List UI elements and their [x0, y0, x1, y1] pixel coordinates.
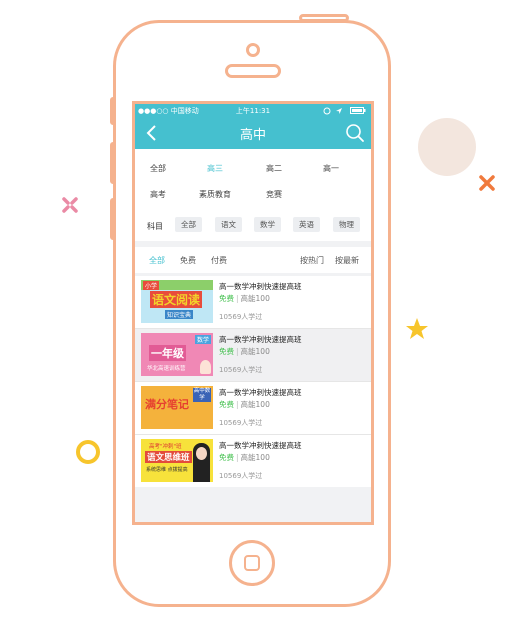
thumb-tag: 高中数学: [193, 388, 211, 402]
course-learners: 10569人学过: [219, 419, 263, 427]
thumb-subtitle: 华北高速训练营: [147, 366, 186, 372]
subject-chip-math[interactable]: 数学: [254, 217, 281, 232]
thumb-title: 一年级: [149, 345, 186, 361]
thumb-subtitle: 知识宝典: [165, 310, 194, 319]
phone-speaker: [225, 64, 281, 78]
thumb-subtitle: 系统思维 点拨提高: [146, 467, 188, 473]
course-teacher: 高能100: [240, 453, 270, 462]
sort-by-hot[interactable]: 按热门: [300, 255, 324, 266]
course-learners: 10569人学过: [219, 472, 263, 480]
sort-by-newest[interactable]: 按最新: [335, 255, 359, 266]
course-title: 高一数学冲刺快速提高班: [219, 282, 302, 291]
course-meta: 免费 | 高能100: [219, 400, 270, 409]
course-card[interactable]: 数学 一年级 华北高速训练营 高一数学冲刺快速提高班 免费 | 高能100 1056…: [135, 329, 371, 381]
course-learners: 10569人学过: [219, 313, 263, 321]
grade-gaokao[interactable]: 高考: [150, 189, 166, 200]
course-teacher: 高能100: [240, 347, 270, 356]
course-meta: 免费 | 高能100: [219, 294, 270, 303]
phone-camera: [246, 43, 260, 57]
page-title: 高中: [239, 128, 266, 143]
course-thumbnail: 高考"冲刺"班 语文思维班 系统思维 点拨提高: [141, 439, 213, 482]
grade-competition[interactable]: 竞赛: [266, 189, 282, 200]
battery-icon: [350, 107, 366, 114]
thumb-title: 满分笔记: [145, 398, 189, 411]
alarm-icon: [323, 107, 331, 115]
grade-all[interactable]: 全部: [150, 163, 166, 174]
course-teacher: 高能100: [240, 400, 270, 409]
course-thumbnail: 数学 一年级 华北高速训练营: [141, 333, 213, 376]
grade-quality-education[interactable]: 素质教育: [199, 189, 231, 200]
course-thumbnail: 小学 语文阅读 知识宝典: [141, 280, 213, 323]
phone-mute-switch: [110, 97, 116, 125]
course-title: 高一数学冲刺快速提高班: [219, 441, 302, 450]
teacher-face: [196, 447, 207, 460]
thumb-title: 语文阅读: [150, 291, 203, 308]
course-card[interactable]: 高考"冲刺"班 语文思维班 系统思维 点拨提高 高一数学冲刺快速提高班 免费 | 高…: [135, 435, 371, 487]
nav-bar: 高中: [135, 117, 371, 149]
search-icon[interactable]: [345, 123, 365, 143]
home-square-icon: [244, 555, 260, 571]
course-meta: 免费 | 高能100: [219, 347, 270, 356]
course-meta: 免费 | 高能100: [219, 453, 270, 462]
course-price: 免费: [219, 400, 234, 409]
course-card[interactable]: 小学 语文阅读 知识宝典 高一数学冲刺快速提高班 免费 | 高能100 10569人…: [135, 276, 371, 328]
course-learners: 10569人学过: [219, 366, 263, 374]
filter-panel: 全部 高三 高二 高一 高考 素质教育 竞赛 科目 全部 语文 数学 英语 物理: [135, 149, 371, 241]
grade-senior-1[interactable]: 高一: [323, 163, 339, 174]
subject-chip-chinese[interactable]: 语文: [215, 217, 242, 232]
course-teacher: 高能100: [240, 294, 270, 303]
sort-bar: 全部 免费 付费 按热门 按最新: [135, 247, 371, 273]
grade-senior-2[interactable]: 高二: [266, 163, 282, 174]
subject-label: 科目: [147, 222, 163, 231]
sort-all[interactable]: 全部: [149, 255, 165, 266]
course-card[interactable]: 高中数学 满分笔记 高一数学冲刺快速提高班 免费 | 高能100 10569人学过: [135, 382, 371, 434]
subject-chip-english[interactable]: 英语: [293, 217, 320, 232]
decor-star-yellow: [406, 318, 428, 339]
course-title: 高一数学冲刺快速提高班: [219, 335, 302, 344]
teacher-photo: [200, 360, 211, 374]
decor-cross-pink: [62, 197, 78, 213]
grade-senior-3[interactable]: 高三: [207, 163, 223, 174]
thumb-title: 语文思维班: [145, 451, 192, 463]
location-icon: [336, 108, 342, 114]
course-price: 免费: [219, 294, 234, 303]
phone-volume-down: [110, 198, 116, 240]
sort-free[interactable]: 免费: [180, 255, 196, 266]
course-price: 免费: [219, 453, 234, 462]
course-title: 高一数学冲刺快速提高班: [219, 388, 302, 397]
thumb-tag: 小学: [143, 281, 160, 290]
phone-screen: ●●●○○ 中国移动 上午11:31 高中 全部 高三 高二 高一 高考 素质教…: [132, 101, 374, 525]
decor-ring-yellow: [76, 440, 100, 464]
thumb-tag: 高考"冲刺"班: [149, 444, 182, 450]
decor-cross-orange: [479, 175, 495, 191]
subject-chip-all[interactable]: 全部: [175, 217, 202, 232]
subject-chip-physics[interactable]: 物理: [333, 217, 360, 232]
course-price: 免费: [219, 347, 234, 356]
course-thumbnail: 高中数学 满分笔记: [141, 386, 213, 429]
phone-volume-up: [110, 142, 116, 184]
decor-circle-beige: [418, 118, 476, 176]
status-bar: ●●●○○ 中国移动 上午11:31: [135, 104, 371, 117]
sort-paid[interactable]: 付费: [211, 255, 227, 266]
thumb-tag: 数学: [194, 335, 211, 344]
